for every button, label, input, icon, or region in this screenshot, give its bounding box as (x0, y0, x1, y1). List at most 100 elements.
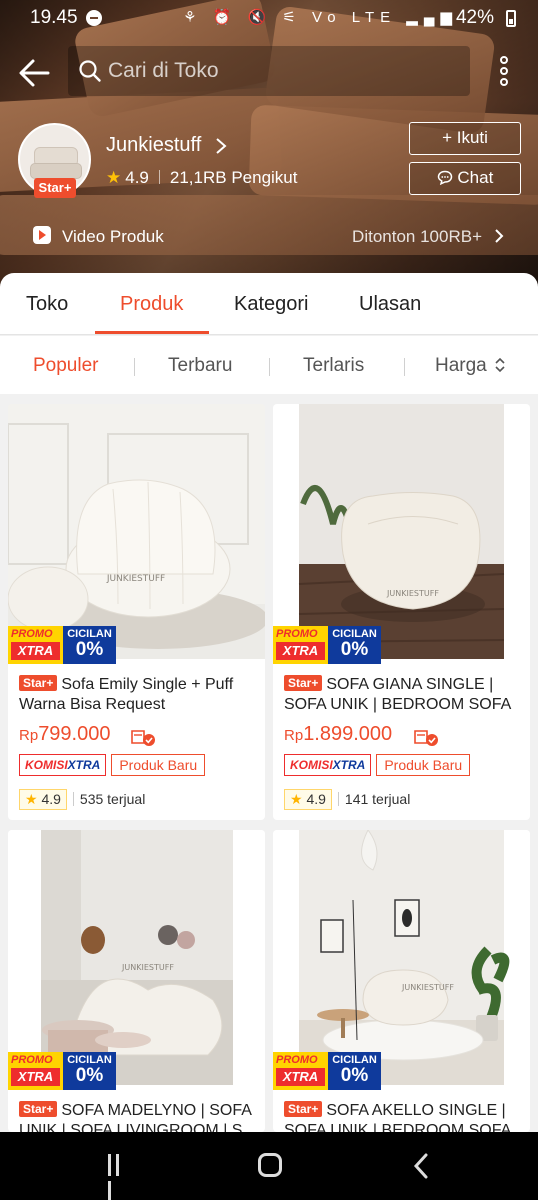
follow-label: Ikuti (456, 128, 488, 147)
komisi-label: KOMISI (25, 758, 68, 772)
battery-percent: 42% (455, 7, 494, 28)
cicilan-badge: CICILAN 0% (63, 1052, 116, 1090)
product-title[interactable]: Star+ Sofa Emily Single + Puff Warna Bisa… (19, 675, 257, 715)
divider (134, 358, 135, 376)
star-icon: ★ (25, 791, 38, 807)
cod-verified-icon (414, 730, 438, 746)
sort-terlaris[interactable]: Terlaris (303, 355, 364, 377)
rating-value: 4.9 (41, 791, 61, 807)
sort-harga[interactable]: Harga (435, 355, 487, 377)
follow-button[interactable]: + Ikuti (409, 122, 521, 155)
chevron-right-icon (495, 229, 504, 243)
cicilan-zero: 0% (340, 1065, 369, 1086)
star-plus-badge: Star+ (284, 1101, 323, 1117)
image-watermark: JUNKIESTUFF (106, 574, 165, 584)
shop-name[interactable]: Junkiestuff (106, 134, 201, 157)
product-title[interactable]: Star+ SOFA AKELLO SINGLE | SOFA UNIK | BE… (284, 1101, 522, 1132)
product-card[interactable]: JUNKIESTUFF PROMO XTRA CICILAN 0% Star+ SOF… (273, 830, 530, 1132)
tab-ulasan[interactable]: Ulasan (359, 293, 421, 316)
product-card[interactable]: JUNKIESTUFF PROMO XTRA CICILAN 0% Star+ Sof… (8, 404, 265, 820)
promo-xtra: PROMO XTRA (273, 1052, 328, 1090)
divider (158, 170, 160, 184)
sold-count: 535 terjual (79, 791, 146, 807)
divider (337, 792, 339, 806)
star-plus-badge: Star+ (19, 675, 58, 691)
promo-xtra-badge: PROMO XTRA CICILAN 0% (8, 626, 116, 664)
status-icons: ⚘ ⏰ 🔇 ⚟ Vo LTE ▂▄▆ (183, 9, 458, 26)
product-image[interactable]: JUNKIESTUFF (8, 404, 265, 659)
tab-kategori[interactable]: Kategori (234, 293, 309, 316)
recent-apps-icon[interactable] (108, 1154, 130, 1200)
active-tab-indicator (95, 331, 209, 334)
product-title[interactable]: Star+ SOFA MADELYNO | SOFA UNIK | SOFA LI… (19, 1101, 257, 1132)
image-watermark: JUNKIESTUFF (401, 983, 454, 992)
new-product-tag: Produk Baru (376, 754, 471, 776)
back-arrow-icon[interactable] (16, 54, 54, 92)
product-image[interactable]: JUNKIESTUFF (273, 404, 530, 659)
promo-xtra: PROMO XTRA (8, 626, 63, 664)
xtra-label: XTRA (11, 642, 60, 660)
video-play-icon (33, 226, 51, 244)
product-image[interactable]: JUNKIESTUFF (8, 830, 265, 1085)
promo-label: PROMO (11, 1054, 53, 1066)
star-plus-badge: Star+ (284, 675, 323, 691)
promo-label: PROMO (276, 628, 318, 640)
home-icon[interactable] (258, 1153, 282, 1177)
product-rating-row: ★ 4.9 141 terjual (284, 789, 410, 810)
promo-xtra-badge: PROMO XTRA CICILAN 0% (273, 1052, 381, 1090)
komisi-xtra-tag: KOMISIXTRA (284, 754, 372, 776)
product-tags: KOMISIXTRA Produk Baru (284, 754, 471, 776)
xtra-label: XTRA (11, 1068, 60, 1086)
promo-label: PROMO (11, 628, 53, 640)
shop-tabs: Toko Produk Kategori Ulasan (0, 273, 538, 335)
product-rating-row: ★ 4.9 535 terjual (19, 789, 145, 810)
promo-xtra-badge: PROMO XTRA CICILAN 0% (273, 626, 381, 664)
promo-label: PROMO (276, 1054, 318, 1066)
price-value: 799.000 (38, 723, 111, 745)
chevron-right-icon[interactable] (214, 136, 228, 156)
product-card[interactable]: JUNKIESTUFF PROMO XTRA CICILAN 0% Star+ SOF… (273, 404, 530, 820)
sort-populer[interactable]: Populer (33, 355, 99, 377)
chat-button[interactable]: Chat (409, 162, 521, 195)
image-watermark: JUNKIESTUFF (386, 589, 439, 598)
rating-badge: ★ 4.9 (19, 789, 67, 810)
search-placeholder: Cari di Toko (108, 59, 219, 82)
tab-toko[interactable]: Toko (26, 293, 68, 316)
star-icon: ★ (106, 168, 122, 187)
chat-bubble-icon (437, 170, 452, 186)
product-price: Rp799.000 (19, 723, 110, 746)
search-input[interactable]: Cari di Toko (68, 46, 470, 96)
product-image[interactable]: JUNKIESTUFF (273, 830, 530, 1085)
cicilan-zero: 0% (75, 1065, 104, 1086)
status-bar: 19.45 ⚘ ⏰ 🔇 ⚟ Vo LTE ▂▄▆ 42% (0, 0, 538, 36)
star-plus-badge: Star+ (34, 178, 76, 198)
cicilan-badge: CICILAN 0% (328, 1052, 381, 1090)
sort-terbaru[interactable]: Terbaru (168, 355, 232, 377)
star-icon: ★ (290, 791, 303, 807)
battery-icon (506, 10, 516, 27)
rating-badge: ★ 4.9 (284, 789, 332, 810)
chat-label: Chat (457, 168, 494, 187)
avatar-sofa-seat (30, 163, 82, 179)
sold-count: 141 terjual (344, 791, 411, 807)
rating-value: 4.9 (306, 791, 326, 807)
xtra-label: XTRA (332, 758, 366, 772)
video-label: Video Produk (62, 227, 164, 246)
search-icon (79, 60, 101, 82)
sort-arrows-icon[interactable] (494, 356, 506, 374)
price-currency: Rp (284, 727, 304, 744)
back-icon[interactable] (412, 1152, 430, 1180)
product-tags: KOMISIXTRA Produk Baru (19, 754, 206, 776)
more-options-icon[interactable] (496, 56, 512, 90)
image-watermark: JUNKIESTUFF (121, 963, 174, 972)
video-product-row[interactable]: Video Produk Ditonton 100RB+ (0, 215, 538, 257)
shop-stats: ★ 4.9 21,1RB Pengikut (106, 168, 297, 188)
system-nav-bar (0, 1132, 538, 1200)
star-plus-badge: Star+ (19, 1101, 58, 1117)
product-title[interactable]: Star+ SOFA GIANA SINGLE | SOFA UNIK | BED… (284, 675, 522, 715)
price-value: 1.899.000 (303, 723, 393, 745)
tab-produk[interactable]: Produk (120, 293, 183, 316)
product-card[interactable]: JUNKIESTUFF PROMO XTRA CICILAN 0% Star+ SOF… (8, 830, 265, 1132)
shop-rating: 4.9 (125, 168, 149, 187)
shop-followers: 21,1RB Pengikut (169, 168, 298, 187)
